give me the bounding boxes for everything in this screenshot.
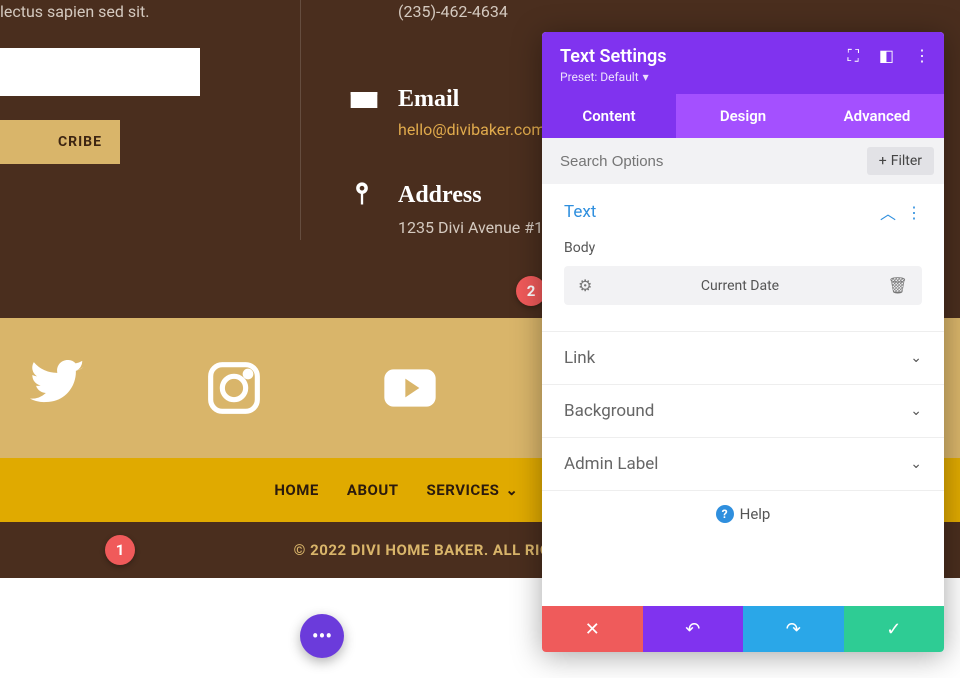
section-admin-label: Admin Label ⌄ [542,438,944,491]
section-text-body: Body ⚙ Current Date 🗑 [542,240,944,331]
check-icon: ✓ [886,619,901,640]
save-button[interactable]: ✓ [844,606,945,652]
address-label: Address [398,182,482,209]
panel-tabs: Content Design Advanced [542,94,944,138]
email-value[interactable]: hello@divibaker.com [398,120,545,139]
subscribe-button[interactable]: CRIBE [0,120,120,164]
section-text-header[interactable]: Text ︿ ⋮ [542,184,944,240]
nav-services[interactable]: SERVICES ⌄ [427,481,519,499]
address-value: 1235 Divi Avenue #10 [398,218,552,237]
phone-number: (235)-462-4634 [398,2,508,21]
search-row: + Filter [542,138,944,184]
help-icon: ? [716,505,734,523]
undo-button[interactable]: ↶ [643,606,744,652]
email-input[interactable] [0,48,200,96]
chevron-down-icon: ⌄ [910,403,922,419]
redo-icon: ↷ [786,619,801,640]
section-link-header[interactable]: Link ⌄ [542,332,944,384]
marker-badge-1: 1 [105,535,135,565]
instagram-icon[interactable] [206,360,262,416]
panel-header-icons: ⛶ ◧ ⋮ [848,46,930,66]
search-input[interactable] [560,153,867,170]
caret-down-icon: ▾ [643,70,649,84]
panel-header: Text Settings Preset: Default ▾ ⛶ ◧ ⋮ [542,32,944,94]
columns-icon[interactable]: ◧ [879,46,894,66]
section-link: Link ⌄ [542,332,944,385]
tab-design[interactable]: Design [676,94,810,138]
section-text: Text ︿ ⋮ Body ⚙ Current Date 🗑 [542,184,944,332]
kebab-menu-icon[interactable]: ⋮ [906,203,922,222]
expand-icon[interactable]: ⛶ [848,46,859,66]
filter-button[interactable]: + Filter [867,147,934,175]
panel-preset[interactable]: Preset: Default ▾ [560,70,926,84]
twitter-icon[interactable] [30,360,86,416]
email-label: Email [398,86,459,113]
footer-text-fragment: lectus sapien sed sit. [0,2,150,21]
kebab-menu-icon[interactable]: ⋮ [914,46,930,66]
text-settings-panel: Text Settings Preset: Default ▾ ⛶ ◧ ⋮ Co… [542,32,944,652]
close-button[interactable]: ✕ [542,606,643,652]
chevron-down-icon: ⌄ [910,350,922,366]
chevron-down-icon: ⌄ [505,481,518,499]
envelope-icon [348,84,380,116]
panel-actions: ✕ ↶ ↷ ✓ [542,606,944,652]
chevron-down-icon: ⌄ [910,456,922,472]
close-icon: ✕ [585,619,600,640]
more-horizontal-icon: ••• [312,624,332,648]
help-row[interactable]: ? Help [542,491,944,537]
tab-advanced[interactable]: Advanced [810,94,944,138]
dynamic-field-row: ⚙ Current Date 🗑 [564,266,922,305]
nav-home[interactable]: HOME [274,481,319,499]
gear-icon[interactable]: ⚙ [578,276,592,295]
vertical-divider [300,0,301,240]
more-options-fab[interactable]: ••• [300,614,344,658]
plus-icon: + [879,153,887,169]
body-label: Body [564,240,922,256]
field-value: Current Date [701,278,779,294]
chevron-up-icon: ︿ [880,200,896,224]
trash-icon[interactable]: 🗑 [888,276,908,295]
section-admin-label-header[interactable]: Admin Label ⌄ [542,438,944,490]
redo-button[interactable]: ↷ [743,606,844,652]
map-pin-icon [348,180,380,212]
youtube-icon[interactable] [382,360,438,416]
undo-icon: ↶ [685,619,700,640]
section-background-header[interactable]: Background ⌄ [542,385,944,437]
section-background: Background ⌄ [542,385,944,438]
tab-content[interactable]: Content [542,94,676,138]
nav-about[interactable]: ABOUT [347,481,399,499]
